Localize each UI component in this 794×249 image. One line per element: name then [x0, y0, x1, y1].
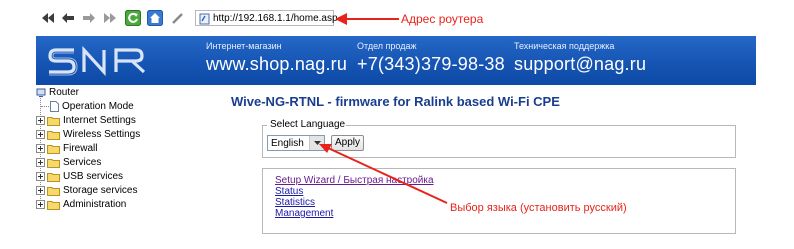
snr-logo [44, 41, 160, 85]
language-selected-value: English [271, 138, 304, 149]
tree-item-firewall[interactable]: Firewall [36, 142, 97, 155]
shop-label: Интернет-магазин [206, 41, 282, 51]
support-column: Техническая поддержка support@nag.ru [514, 41, 646, 76]
shop-column: Интернет-магазин www.shop.nag.ru [206, 41, 347, 76]
expand-icon[interactable] [36, 158, 45, 167]
tree-item-label: Storage services [63, 185, 138, 196]
support-email[interactable]: support@nag.ru [514, 52, 646, 76]
page-icon [50, 101, 59, 112]
nav-tree: Router Operation Mode Internet Settings … [36, 86, 216, 246]
folder-icon [47, 116, 60, 126]
fieldset-border [339, 125, 736, 126]
link-management[interactable]: Management [275, 208, 333, 219]
link-status[interactable]: Status [275, 186, 303, 197]
back-icon[interactable] [60, 10, 76, 26]
browser-toolbar: http://192.168.1.1/home.asp Адрес роутер… [0, 0, 794, 36]
home-icon[interactable] [147, 10, 163, 26]
folder-icon [47, 200, 60, 210]
tree-item-storage-services[interactable]: Storage services [36, 184, 137, 197]
site-header: Интернет-магазин www.shop.nag.ru Отдел п… [36, 36, 756, 85]
support-label: Техническая поддержка [514, 41, 615, 51]
expand-icon[interactable] [36, 200, 45, 209]
tree-item-label: Services [63, 157, 102, 168]
link-setup-wizard[interactable]: Setup Wizard / Быстрая настройка [275, 175, 434, 186]
tree-item-operation-mode[interactable]: Operation Mode [48, 100, 134, 113]
forward-icon[interactable] [81, 10, 97, 26]
forward-forward-icon[interactable] [102, 10, 118, 26]
annotation-language-choice: Выбор языка (установить русский) [450, 202, 627, 214]
computer-icon [36, 88, 46, 98]
sales-label: Отдел продаж [357, 41, 417, 51]
tree-root-label: Router [49, 87, 80, 98]
chevron-down-icon[interactable] [309, 136, 324, 150]
edit-icon[interactable] [170, 10, 186, 26]
back-back-icon[interactable] [40, 10, 56, 26]
folder-icon [47, 130, 60, 140]
tree-item-label: Firewall [63, 143, 98, 154]
page-icon [199, 12, 210, 30]
tree-item-internet-settings[interactable]: Internet Settings [36, 114, 136, 127]
tree-item-label: USB services [63, 171, 124, 182]
expand-icon[interactable] [36, 116, 45, 125]
folder-icon [47, 172, 60, 182]
tree-item-usb-services[interactable]: USB services [36, 170, 123, 183]
tree-item-label: Operation Mode [62, 101, 134, 112]
folder-icon [47, 158, 60, 168]
tree-item-label: Administration [63, 199, 127, 210]
expand-icon[interactable] [36, 186, 45, 195]
link-statistics[interactable]: Statistics [275, 197, 315, 208]
expand-icon[interactable] [36, 130, 45, 139]
tree-item-wireless-settings[interactable]: Wireless Settings [36, 128, 140, 141]
shop-link[interactable]: www.shop.nag.ru [206, 52, 347, 76]
language-select[interactable]: English [267, 135, 325, 151]
tree-root[interactable]: Router [36, 86, 79, 99]
url-text: http://192.168.1.1/home.asp [213, 13, 338, 24]
tree-item-administration[interactable]: Administration [36, 198, 126, 211]
expand-icon[interactable] [36, 172, 45, 181]
language-legend: Select Language [269, 119, 347, 131]
fieldset-border [262, 125, 267, 126]
address-bar[interactable]: http://192.168.1.1/home.asp [195, 10, 338, 26]
expand-icon[interactable] [36, 144, 45, 153]
sales-column: Отдел продаж +7(343)379-98-38 [357, 41, 505, 76]
tree-item-services[interactable]: Services [36, 156, 101, 169]
language-fieldset: Select Language English Apply [262, 119, 736, 158]
apply-button[interactable]: Apply [331, 135, 364, 151]
tree-item-label: Internet Settings [63, 115, 136, 126]
annotation-router-address: Адрес роутера [401, 12, 484, 26]
page-title: Wive-NG-RTNL - firmware for Ralink based… [231, 94, 560, 109]
folder-icon [47, 144, 60, 154]
folder-icon [47, 186, 60, 196]
tree-item-label: Wireless Settings [63, 129, 141, 140]
sales-phone: +7(343)379-98-38 [357, 54, 505, 74]
refresh-icon[interactable] [125, 10, 141, 26]
